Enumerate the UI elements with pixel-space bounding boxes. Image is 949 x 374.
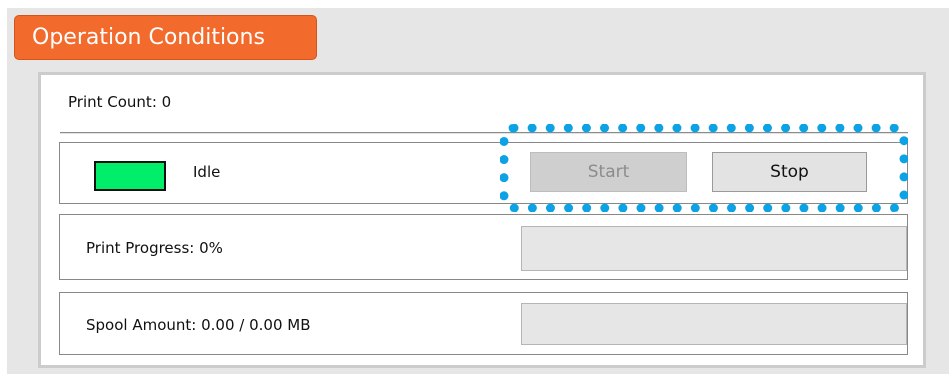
print-count-text: Print Count: 0 — [68, 93, 172, 111]
print-progress-label: Print Progress: 0% — [86, 239, 223, 257]
print-progress-bar — [521, 226, 907, 271]
stop-button[interactable]: Stop — [712, 152, 867, 192]
spool-amount-label: Spool Amount: 0.00 / 0.00 MB — [86, 316, 311, 334]
status-indicator-icon — [94, 161, 166, 191]
status-text: Idle — [193, 163, 221, 181]
divider — [60, 132, 908, 134]
spool-amount-bar — [521, 303, 907, 345]
section-title-tab: Operation Conditions — [14, 15, 317, 60]
start-button[interactable]: Start — [530, 152, 687, 192]
